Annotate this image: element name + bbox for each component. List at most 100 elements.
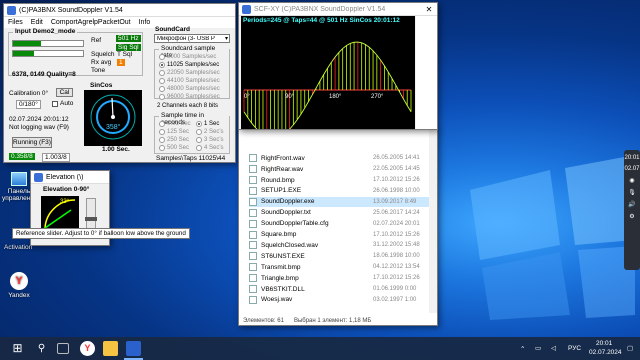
notification-icon[interactable]: ▢ bbox=[627, 344, 633, 352]
scope-header: Periods=245 @ Taps=44 @ 501 Hz SinCos 20… bbox=[243, 17, 400, 24]
search-icon[interactable]: ⚲ bbox=[34, 341, 49, 356]
menu-info[interactable]: Info bbox=[139, 19, 151, 26]
tray-chevron-icon[interactable]: ⌃ bbox=[520, 345, 525, 353]
file-row[interactable]: Triangle.bmp 17.10.2012 15:26 bbox=[249, 273, 433, 284]
chevron-down-icon: ▾ bbox=[224, 36, 228, 42]
file-row[interactable]: SoundDoppler.exe 13.09.2017 8:49 bbox=[249, 196, 433, 208]
file-row[interactable]: SoundDopplerTable.cfg 02.07.2024 20:01 bbox=[249, 218, 433, 229]
slider-thumb[interactable] bbox=[85, 217, 97, 221]
main-titlebar[interactable]: (C)PA3BNX SoundDoppler V1.54 bbox=[4, 4, 235, 17]
file-date: 03.02.1997 1:00 bbox=[373, 296, 417, 303]
file-date: 31.12.2002 15:48 bbox=[373, 242, 420, 249]
sig-value: Sig Sql bbox=[116, 44, 141, 51]
file-row[interactable]: ST6UNST.EXE 18.06.1998 10:00 bbox=[249, 251, 433, 262]
control-panel-icon bbox=[11, 172, 27, 186]
angle-label-270: 270° bbox=[371, 94, 384, 100]
clock-date[interactable]: 02.07.2024 bbox=[589, 349, 622, 356]
rate-label: 8000 Samples/sec bbox=[167, 54, 217, 60]
file-icon bbox=[249, 165, 257, 174]
language-indicator[interactable]: РУС bbox=[568, 345, 581, 352]
time-option-500[interactable]: 500 Sec bbox=[159, 145, 189, 151]
file-row[interactable]: Transmit.bmp 04.12.2012 13:54 bbox=[249, 262, 433, 273]
device-select[interactable]: Микрофон (3- USB P ▾ bbox=[154, 34, 230, 43]
rate-option-48000[interactable]: 48000 Samples/sec bbox=[159, 86, 220, 92]
rate-option-8000[interactable]: 8000 Samples/sec bbox=[159, 54, 216, 60]
samples-taps: Samples\Taps 11025\44 bbox=[156, 155, 226, 162]
file-row[interactable]: SoundDoppler.txt 25.06.2017 14:24 bbox=[249, 208, 433, 219]
start-icon[interactable]: ⊞ bbox=[10, 341, 25, 356]
elevation-titlebar[interactable]: Elevation (\) bbox=[31, 171, 109, 184]
explorer-scrollbar[interactable] bbox=[429, 129, 437, 313]
running-button[interactable]: Running (F3) bbox=[12, 137, 52, 148]
explorer-statusbar: Элементов: 61 Выбран 1 элемент: 1,18 МБ bbox=[239, 315, 437, 325]
file-name: RightRear.wav bbox=[261, 165, 304, 173]
microphone-icon[interactable]: 🎙 bbox=[624, 189, 640, 196]
angle-label-0: 0° bbox=[244, 94, 250, 100]
file-name: Triangle.bmp bbox=[261, 274, 299, 282]
explorer-taskbar-icon[interactable] bbox=[103, 341, 118, 356]
status-right: 1.003/8 bbox=[42, 153, 70, 162]
time-option-001[interactable]: 0.01 Sec bbox=[159, 121, 191, 127]
speaker-icon[interactable]: ◁ bbox=[551, 344, 556, 352]
file-row[interactable]: RightFront.wav 26.05.2005 14:41 bbox=[249, 153, 433, 164]
time-option-125[interactable]: 125 Sec bbox=[159, 129, 189, 135]
cal-button[interactable]: Cal bbox=[56, 88, 73, 97]
menu-edit[interactable]: Edit bbox=[31, 19, 43, 26]
compass-degrees: 358° bbox=[106, 124, 121, 131]
file-date: 26.05.2005 14:41 bbox=[373, 155, 420, 162]
rate-label: 22050 Samples/sec bbox=[167, 70, 220, 76]
scope-window: SCF-XY (C)PA3BNX SoundDoppler V1.54 ✕ Pe… bbox=[238, 2, 438, 130]
taskview-icon[interactable] bbox=[57, 343, 69, 354]
elevation-slider[interactable] bbox=[85, 198, 97, 230]
file-row[interactable]: SquelchClosed.wav 31.12.2002 15:48 bbox=[249, 240, 433, 251]
network-icon[interactable]: ▭ bbox=[535, 344, 541, 352]
settings-icon[interactable]: ⚙ bbox=[624, 213, 640, 220]
file-row[interactable]: VB6STKIT.DLL 01.06.1999 0:00 bbox=[249, 284, 433, 295]
time-option-250[interactable]: 250 Sec bbox=[159, 137, 189, 143]
file-icon bbox=[249, 154, 257, 163]
file-name: SETUP1.EXE bbox=[261, 187, 302, 195]
desktop-icon-yandex[interactable]: Y Yandex bbox=[4, 272, 34, 299]
rate-option-44100[interactable]: 44100 Samples/sec bbox=[159, 78, 220, 84]
taskbar: ⊞ ⚲ Y ⌃ ▭ ◁ РУС 20:01 02.07.2024 ▢ bbox=[0, 337, 640, 360]
menu-comport[interactable]: ComportAgrelpPacketOut bbox=[51, 19, 131, 26]
file-row[interactable]: RightRear.wav 22.05.2005 14:45 bbox=[249, 164, 433, 175]
rate-option-96000[interactable]: 96000 Samples/sec bbox=[159, 94, 220, 100]
scope-titlebar[interactable]: SCF-XY (C)PA3BNX SoundDoppler V1.54 ✕ bbox=[239, 3, 437, 16]
clock-time[interactable]: 20:01 bbox=[596, 340, 612, 347]
file-icon bbox=[249, 263, 257, 272]
time-option-4[interactable]: 4 Sec's bbox=[196, 145, 224, 151]
app-icon bbox=[242, 4, 251, 14]
time-option-3[interactable]: 3 Sec's bbox=[196, 137, 224, 143]
ref-value: 501 Hz bbox=[116, 35, 141, 42]
time-option-1[interactable]: 1 Sec bbox=[196, 121, 219, 127]
level-bar-2-fill bbox=[13, 51, 34, 56]
sounddoppler-taskbar-icon[interactable] bbox=[126, 341, 141, 356]
file-explorer-window: RightFront.wav 26.05.2005 14:41 RightRear.… bbox=[238, 128, 438, 326]
file-date: 17.10.2012 15:26 bbox=[373, 231, 420, 238]
menu-files[interactable]: Files bbox=[8, 19, 23, 26]
file-row[interactable]: Square.bmp 17.10.2012 15:26 bbox=[249, 229, 433, 240]
file-name: Square.bmp bbox=[261, 231, 297, 239]
time-option-2[interactable]: 2 Sec's bbox=[196, 129, 224, 135]
file-name: RightFront.wav bbox=[261, 154, 305, 162]
time-label: 1 Sec bbox=[204, 121, 220, 127]
file-row[interactable]: SETUP1.EXE 26.06.1998 10:00 bbox=[249, 186, 433, 197]
numbers-line: 6378, 0149 Quality=8 bbox=[12, 71, 76, 78]
time-label: 250 Sec bbox=[167, 137, 190, 143]
close-icon[interactable]: ✕ bbox=[421, 3, 437, 16]
volume-icon[interactable]: 🔊 bbox=[624, 201, 640, 208]
scope-title: SCF-XY (C)PA3BNX SoundDoppler V1.54 bbox=[254, 5, 386, 13]
file-date: 13.09.2017 8:49 bbox=[373, 198, 417, 205]
file-row[interactable]: Round.bmp 17.10.2012 15:26 bbox=[249, 175, 433, 186]
side-quick-rail: 20:01 02.07 ◉ 🎙 🔊 ⚙ bbox=[624, 150, 640, 270]
elevation-gauge: 33° bbox=[41, 196, 79, 232]
rate-option-11025[interactable]: 11025 Samples/sec bbox=[159, 62, 219, 68]
wifi-icon[interactable]: ◉ bbox=[624, 177, 640, 184]
auto-checkbox[interactable]: Auto bbox=[52, 100, 73, 107]
rate-option-22050[interactable]: 22050 Samples/sec bbox=[159, 70, 220, 76]
file-row[interactable]: Woesj.wav 03.02.1997 1:00 bbox=[249, 295, 433, 306]
level-bar bbox=[12, 40, 84, 47]
yandex-taskbar-icon[interactable]: Y bbox=[80, 341, 95, 356]
file-name: VB6STKIT.DLL bbox=[261, 285, 305, 293]
